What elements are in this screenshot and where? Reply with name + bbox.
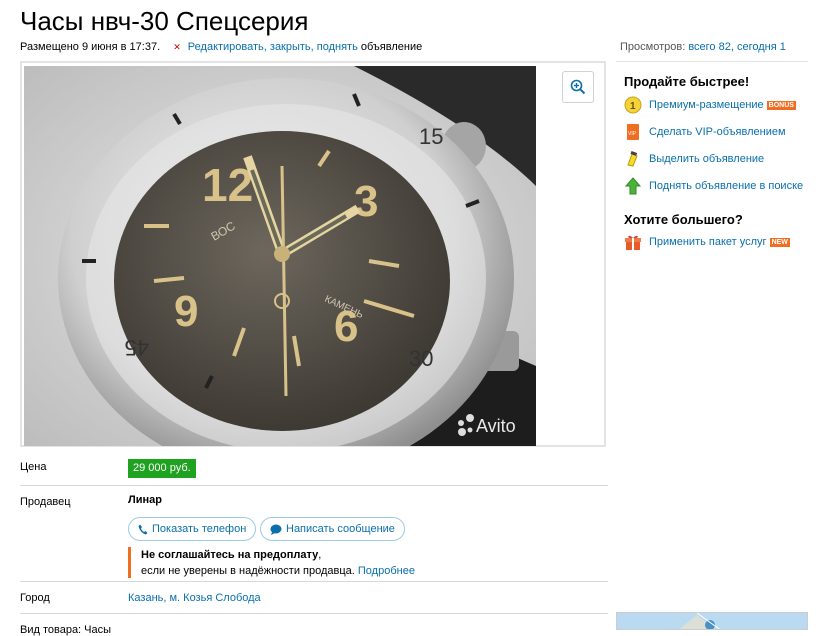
chat-bubble-icon xyxy=(270,524,282,535)
svg-text:12: 12 xyxy=(202,159,253,211)
service-premium[interactable]: 1 Премиум-размещение BONUS xyxy=(624,96,796,114)
city-label: Город xyxy=(20,592,50,604)
show-phone-button[interactable]: Показать телефон xyxy=(128,517,257,541)
highlighter-icon xyxy=(624,150,642,168)
map-image xyxy=(617,613,807,629)
want-more-heading: Хотите большего? xyxy=(624,212,743,227)
premium-coin-icon: 1 xyxy=(624,96,642,114)
views-counter: Просмотров: всего 82, сегодня 1 xyxy=(620,41,786,53)
service-package[interactable]: Применить пакет услуг NEW xyxy=(624,233,790,251)
price-value: 29 000 руб. xyxy=(128,459,196,478)
raise-arrow-icon xyxy=(624,177,642,195)
separator-icon: ✕ xyxy=(173,42,181,52)
divider xyxy=(20,581,608,582)
warning-bold-text: Не соглашайтесь на предоплату xyxy=(141,549,319,561)
service-raise[interactable]: Поднять объявление в поиске xyxy=(624,177,803,195)
warning-comma: , xyxy=(318,549,322,561)
phone-icon xyxy=(138,524,148,535)
service-vip[interactable]: VIP Сделать VIP-объявлением xyxy=(624,123,786,141)
edit-listing-link[interactable]: Редактировать, закрыть, поднять xyxy=(188,41,358,53)
svg-text:VIP: VIP xyxy=(628,131,637,137)
posted-date: Размещено 9 июня в 17:37. xyxy=(20,41,161,53)
svg-text:15: 15 xyxy=(419,124,443,149)
show-phone-label: Показать телефон xyxy=(152,523,247,535)
price-label: Цена xyxy=(20,461,47,473)
write-message-button[interactable]: Написать сообщение xyxy=(260,517,405,541)
map-thumbnail[interactable] xyxy=(616,612,808,630)
package-icon xyxy=(624,233,642,251)
seller-label: Продавец xyxy=(20,496,71,508)
divider xyxy=(20,613,608,614)
zoom-in-icon xyxy=(570,79,586,95)
seller-name: Линар xyxy=(128,494,162,506)
watermark-text: Avito xyxy=(476,416,516,436)
bonus-badge: BONUS xyxy=(766,100,796,110)
divider xyxy=(20,485,608,486)
item-type-label: Вид товара: Часы xyxy=(20,624,112,636)
sell-faster-heading: Продайте быстрее! xyxy=(624,74,750,89)
vip-icon: VIP xyxy=(624,123,642,141)
warning-more-link[interactable]: Подробнее xyxy=(358,565,415,577)
photo-gallery: 15 45 30 12 3 6 9 КАМЕНЬ ВОС Avito xyxy=(20,61,606,447)
listing-photo[interactable]: 15 45 30 12 3 6 9 КАМЕНЬ ВОС Avito xyxy=(24,66,536,446)
promotion-sidebar: Продайте быстрее! 1 Премиум-размещение B… xyxy=(616,61,808,452)
service-raise-label[interactable]: Поднять объявление в поиске xyxy=(649,180,803,192)
svg-text:9: 9 xyxy=(174,287,198,336)
warning-line2: если не уверены в надёжности продавца. xyxy=(141,565,355,577)
prepayment-warning: Не соглашайтесь на предоплату, если не у… xyxy=(128,547,415,578)
new-badge: NEW xyxy=(769,237,790,247)
listing-title: Часы нвч-30 Спецсерия xyxy=(20,6,309,36)
views-value-link[interactable]: всего 82, сегодня 1 xyxy=(688,41,786,53)
service-highlight-label[interactable]: Выделить объявление xyxy=(649,153,764,165)
edit-listing-suffix: объявление xyxy=(357,41,423,53)
listing-meta: Размещено 9 июня в 17:37. ✕ Редактироват… xyxy=(20,41,422,53)
svg-text:30: 30 xyxy=(409,346,433,371)
service-vip-label[interactable]: Сделать VIP-объявлением xyxy=(649,126,786,138)
service-highlight[interactable]: Выделить объявление xyxy=(624,150,764,168)
service-package-label[interactable]: Применить пакет услуг xyxy=(649,236,767,248)
svg-text:45: 45 xyxy=(125,335,149,360)
write-message-label: Написать сообщение xyxy=(286,523,395,535)
zoom-button[interactable] xyxy=(562,71,594,103)
svg-text:1: 1 xyxy=(630,101,636,112)
svg-text:3: 3 xyxy=(354,177,378,226)
views-label: Просмотров: xyxy=(620,41,686,53)
watch-photo-image: 15 45 30 12 3 6 9 КАМЕНЬ ВОС Avito xyxy=(24,66,536,446)
service-premium-label[interactable]: Премиум-размещение xyxy=(649,99,764,111)
city-link[interactable]: Казань, м. Козья Слобода xyxy=(128,592,261,604)
